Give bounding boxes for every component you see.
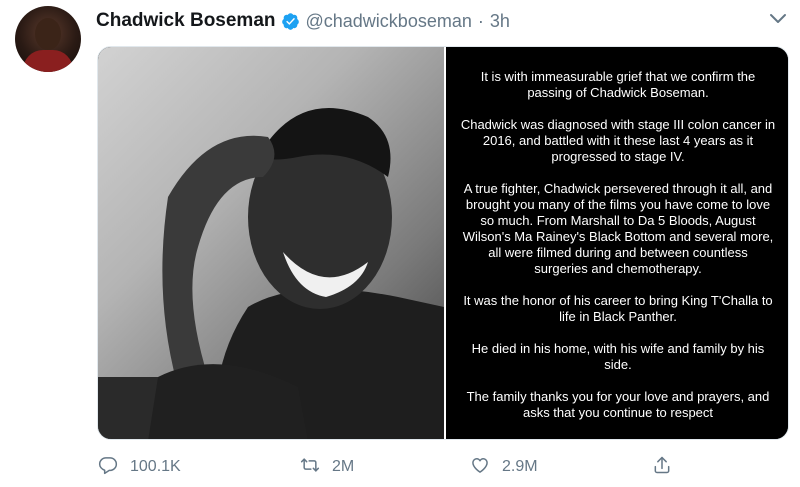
portrait-photo[interactable] bbox=[98, 47, 444, 439]
share-icon bbox=[652, 455, 672, 480]
retweet-count: 2M bbox=[332, 458, 355, 475]
reply-icon bbox=[98, 455, 118, 480]
statement-paragraph: It is with immeasurable grief that we co… bbox=[480, 69, 756, 100]
tweet-header: Chadwick Boseman @chadwickboseman · 3h bbox=[96, 8, 510, 34]
retweet-icon bbox=[300, 455, 320, 480]
avatar-face bbox=[35, 18, 61, 50]
avatar-shirt bbox=[23, 50, 73, 72]
statement-paragraph: The family thanks you for your love and … bbox=[466, 389, 770, 420]
like-count: 2.9M bbox=[502, 458, 538, 475]
author-avatar[interactable] bbox=[15, 6, 81, 72]
tweet-media[interactable]: It is with immeasurable grief that we co… bbox=[97, 46, 789, 440]
separator-dot: · bbox=[477, 10, 484, 31]
author-name[interactable]: Chadwick Boseman bbox=[96, 10, 276, 32]
verified-badge-icon bbox=[281, 12, 300, 31]
statement-paragraph: He died in his home, with his wife and f… bbox=[471, 341, 765, 372]
retweet-button[interactable]: 2M bbox=[300, 452, 354, 482]
chevron-down-icon[interactable] bbox=[768, 12, 788, 26]
share-button[interactable] bbox=[652, 452, 672, 482]
heart-icon bbox=[470, 455, 490, 480]
reply-count: 100.1K bbox=[130, 458, 181, 475]
statement-paragraph: A true fighter, Chadwick persevered thro… bbox=[462, 181, 774, 276]
family-statement-image[interactable]: It is with immeasurable grief that we co… bbox=[446, 47, 788, 439]
statement-paragraph: Chadwick was diagnosed with stage III co… bbox=[460, 117, 776, 164]
author-handle[interactable]: @chadwickboseman bbox=[306, 11, 472, 32]
tweet-timestamp[interactable]: 3h bbox=[490, 11, 510, 32]
tweet-actions: 100.1K 2M 2.9M bbox=[0, 452, 800, 482]
like-button[interactable]: 2.9M bbox=[470, 452, 538, 482]
statement-paragraph: It was the honor of his career to bring … bbox=[463, 293, 773, 324]
reply-button[interactable]: 100.1K bbox=[98, 452, 181, 482]
